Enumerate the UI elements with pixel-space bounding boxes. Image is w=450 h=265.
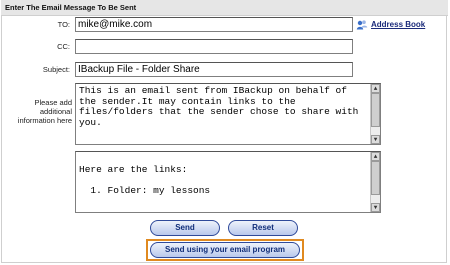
cc-label: CC: [57,42,70,51]
reset-button[interactable]: Reset [228,220,298,236]
message-label: Please add additional information here [17,98,72,125]
send-button[interactable]: Send [150,220,220,236]
scroll-thumb[interactable] [371,161,380,195]
cc-field[interactable] [75,39,353,54]
links-scrollbar[interactable]: ▲ ▼ [370,152,380,212]
subject-field[interactable]: IBackup File - Folder Share [75,62,353,77]
scroll-thumb[interactable] [371,93,380,127]
to-label: TO: [57,20,70,29]
to-field[interactable]: mike@mike.com [75,17,353,32]
scroll-up-icon[interactable]: ▲ [371,152,380,161]
scroll-up-icon[interactable]: ▲ [371,84,380,93]
form-header: Enter The Email Message To Be Sent [1,0,448,16]
address-book-icon [356,18,368,30]
address-book-link[interactable]: Address Book [356,16,425,32]
links-textarea[interactable]: Here are the links: 1. Folder: my lesson… [75,151,381,213]
message-text: This is an email sent from IBackup on be… [79,85,365,128]
message-scrollbar[interactable]: ▲ ▼ [370,84,380,144]
scroll-down-icon[interactable]: ▼ [371,203,380,212]
scroll-down-icon[interactable]: ▼ [371,135,380,144]
address-book-label[interactable]: Address Book [371,20,425,29]
subject-label: Subject: [42,65,70,74]
message-textarea[interactable]: This is an email sent from IBackup on be… [75,83,381,145]
send-email-program-button[interactable]: Send using your email program [150,242,300,258]
links-text: Here are the links: 1. Folder: my lesson… [79,163,211,196]
